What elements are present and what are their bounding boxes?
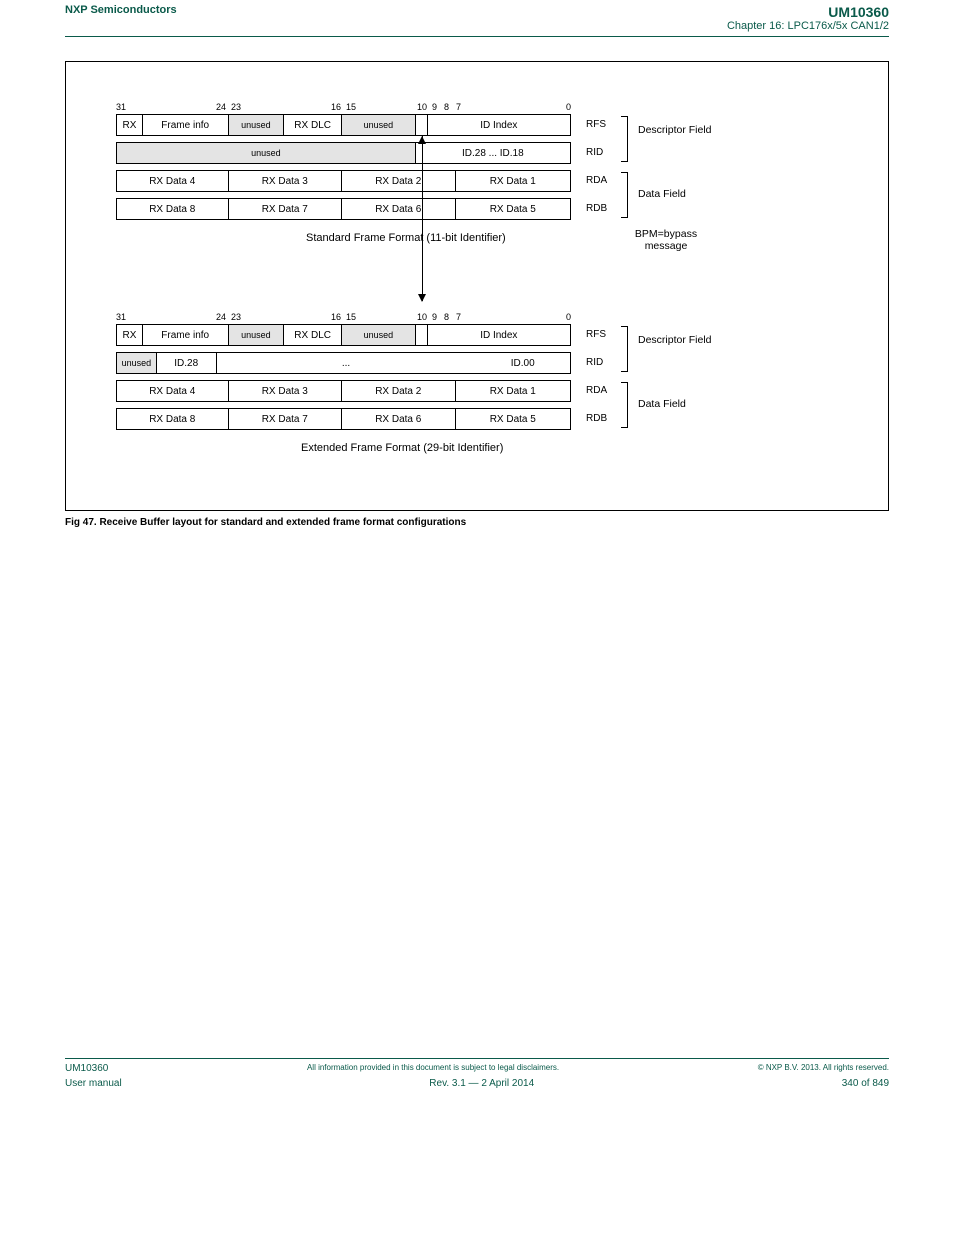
cell: ID Index — [428, 325, 570, 345]
footer-bm: Rev. 3.1 — 2 April 2014 — [429, 1078, 534, 1089]
reg: RFS — [586, 329, 606, 340]
footer-left: UM10360 — [65, 1063, 108, 1074]
reg: RDB — [586, 203, 607, 214]
cell: ID Index — [428, 115, 570, 135]
cell: RX Data 5 — [456, 199, 570, 219]
footer-bl: User manual — [65, 1078, 122, 1089]
cell: ID.28 — [157, 353, 217, 373]
footer-right: © NXP B.V. 2013. All rights reserved. — [758, 1063, 889, 1074]
doc-id: UM10360 — [727, 4, 889, 20]
chapter: Chapter 16: LPC176x/5x CAN1/2 — [727, 20, 889, 32]
cell-blank — [416, 325, 428, 345]
bit: 15 — [346, 102, 356, 112]
bit: 15 — [346, 312, 356, 322]
reg: RDB — [586, 413, 607, 424]
cell: RX Data 8 — [117, 199, 229, 219]
fig-caption: Fig 47. Receive Buffer layout for standa… — [65, 517, 466, 528]
bit: 16 — [331, 312, 341, 322]
side: Data Field — [638, 398, 686, 410]
cell: RX Data 8 — [117, 409, 229, 429]
bit: 8 — [444, 312, 449, 322]
caption: Extended Frame Format (29-bit Identifier… — [301, 442, 503, 454]
bit: 23 — [231, 102, 241, 112]
bit: 24 — [216, 312, 226, 322]
cell: RX DLC — [284, 115, 342, 135]
cell: unused — [342, 325, 416, 345]
bit: 24 — [216, 102, 226, 112]
cell: RX Data 1 — [456, 381, 570, 401]
cell: RX Data 2 — [342, 381, 456, 401]
cell: Frame info — [143, 325, 229, 345]
cell-blank — [416, 115, 428, 135]
reg: RID — [586, 357, 603, 368]
cell: ... — [217, 353, 476, 373]
cell: unused — [342, 115, 416, 135]
reg: RID — [586, 147, 603, 158]
cell: RX Data 7 — [229, 199, 343, 219]
cell: RX — [117, 325, 143, 345]
cell: RX Data 5 — [456, 409, 570, 429]
reg: RDA — [586, 385, 607, 396]
reg: RDA — [586, 175, 607, 186]
bit: 9 — [432, 102, 437, 112]
bit: 8 — [444, 102, 449, 112]
cell: RX Data 3 — [229, 381, 343, 401]
cell: ID.28 ... ID.18 — [416, 143, 570, 163]
vendor: NXP Semiconductors — [65, 4, 177, 32]
cell: ID.00 — [475, 353, 570, 373]
cell: unused — [117, 353, 157, 373]
bit: 0 — [566, 312, 571, 322]
bit: 23 — [231, 312, 241, 322]
cell: Frame info — [143, 115, 229, 135]
cell: RX Data 6 — [342, 409, 456, 429]
cell: RX Data 6 — [342, 199, 456, 219]
cell: RX Data 3 — [229, 171, 343, 191]
cell: RX Data 7 — [229, 409, 343, 429]
side: Descriptor Field — [638, 334, 712, 346]
bit: 0 — [566, 102, 571, 112]
bit: 16 — [331, 102, 341, 112]
cell: unused — [229, 115, 285, 135]
bit: 31 — [116, 312, 126, 322]
bit: 7 — [456, 102, 461, 112]
footer-mid: All information provided in this documen… — [307, 1063, 559, 1074]
bit: 31 — [116, 102, 126, 112]
bpm: BPM=bypass message — [616, 228, 716, 252]
cell: RX Data 4 — [117, 171, 229, 191]
cell: RX — [117, 115, 143, 135]
cell: unused — [229, 325, 285, 345]
bit: 10 — [417, 102, 427, 112]
cell: RX Data 1 — [456, 171, 570, 191]
reg: RFS — [586, 119, 606, 130]
side: Descriptor Field — [638, 124, 712, 136]
caption: Standard Frame Format (11-bit Identifier… — [306, 232, 506, 244]
cell: RX Data 4 — [117, 381, 229, 401]
bit: 7 — [456, 312, 461, 322]
cell: RX Data 2 — [342, 171, 456, 191]
figure-box: 31 24 23 16 15 10 9 8 7 0 RX Frame info … — [65, 61, 889, 511]
footer-br: 340 of 849 — [842, 1078, 889, 1089]
cell: unused — [117, 143, 416, 163]
bit: 9 — [432, 312, 437, 322]
bit: 10 — [417, 312, 427, 322]
cell: RX DLC — [284, 325, 342, 345]
side: Data Field — [638, 188, 686, 200]
